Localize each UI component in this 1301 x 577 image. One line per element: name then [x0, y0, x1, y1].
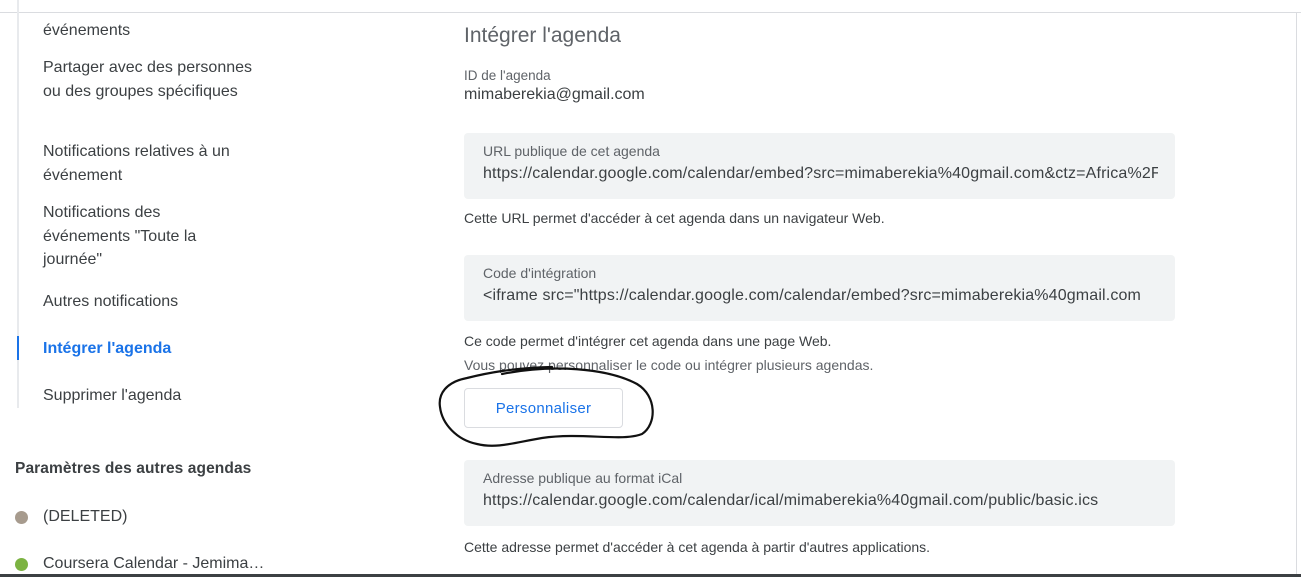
sidebar-item-other-notifications[interactable]: Autres notifications — [43, 290, 253, 314]
sidebar-item-events[interactable]: événements — [43, 19, 253, 43]
sidebar-item-delete[interactable]: Supprimer l'agenda — [43, 384, 253, 408]
embed-code-field[interactable]: Code d'intégration <iframe src="https://… — [464, 255, 1175, 321]
embed-code-help: Ce code permet d'intégrer cet agenda dan… — [464, 333, 832, 349]
calendar-item-label: Coursera Calendar - Jemima… — [43, 555, 265, 572]
other-calendars-heading: Paramètres des autres agendas — [15, 460, 252, 477]
ical-address-value[interactable]: https://calendar.google.com/calendar/ica… — [483, 492, 1158, 510]
hand-drawn-circle-annotation — [438, 365, 654, 447]
calendar-item-coursera[interactable]: Coursera Calendar - Jemima… — [15, 553, 275, 575]
public-url-value[interactable]: https://calendar.google.com/calendar/emb… — [483, 165, 1158, 183]
calendar-item-label: (DELETED) — [43, 508, 128, 525]
calendar-color-dot — [15, 558, 28, 571]
calendar-color-dot — [15, 511, 28, 524]
ical-address-help: Cette adresse permet d'accéder à cet age… — [464, 539, 931, 555]
sidebar-item-share[interactable]: Partager avec des personnes ou des group… — [43, 56, 253, 103]
section-title: Intégrer l'agenda — [464, 24, 621, 47]
sidebar-item-integrate[interactable]: Intégrer l'agenda — [43, 337, 253, 361]
sidebar-item-allday-notifications[interactable]: Notifications des événements "Toute la j… — [43, 201, 218, 272]
top-divider — [0, 12, 1301, 13]
right-divider — [1296, 12, 1297, 577]
ical-address-label: Adresse publique au format iCal — [483, 470, 683, 486]
calendar-item-deleted[interactable]: (DELETED) — [15, 506, 275, 528]
embed-code-value[interactable]: <iframe src="https://calendar.google.com… — [483, 287, 1158, 305]
public-url-label: URL publique de cet agenda — [483, 143, 660, 159]
calendar-id-label: ID de l'agenda — [464, 68, 551, 83]
calendar-id-value[interactable]: mimaberekia@gmail.com — [464, 86, 645, 104]
public-url-field[interactable]: URL publique de cet agenda https://calen… — [464, 133, 1175, 199]
public-url-help: Cette URL permet d'accéder à cet agenda … — [464, 210, 885, 226]
embed-code-label: Code d'intégration — [483, 265, 597, 281]
active-indicator — [17, 336, 19, 360]
ical-address-field[interactable]: Adresse publique au format iCal https://… — [464, 460, 1175, 526]
sidebar-item-event-notifications[interactable]: Notifications relatives à un événement — [43, 140, 253, 187]
